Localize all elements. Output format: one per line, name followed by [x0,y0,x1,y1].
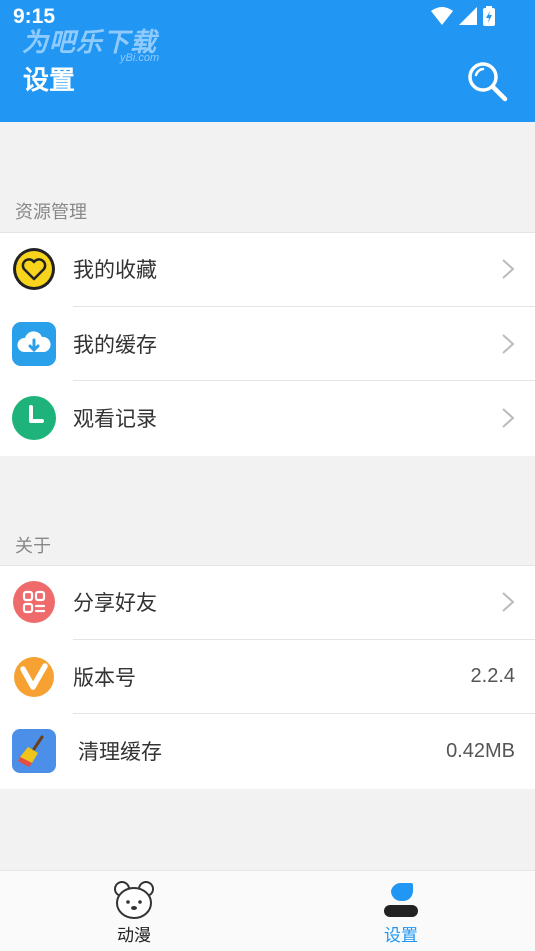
share-row[interactable]: 分享好友 [0,565,535,640]
broom-icon [12,729,56,774]
app-header: 9:15 为吧乐下载 yBi.com 设置 [0,0,535,122]
clear-cache-label: 清理缓存 [78,740,162,765]
bottom-nav: 动漫 设置 [0,870,535,951]
share-label: 分享好友 [73,591,157,616]
history-row[interactable]: 观看记录 [0,381,535,456]
favorites-row[interactable]: 我的收藏 [0,232,535,307]
signal-icon [459,7,477,25]
tab-anime[interactable]: 动漫 [74,871,194,951]
watermark-sub: yBi.com [120,52,160,64]
clock-icon [12,396,56,441]
heart-icon [13,248,55,291]
resources-group: 我的收藏 我的缓存 观看记录 [0,232,535,456]
tab-anime-label: 动漫 [117,926,151,946]
chevron-right-icon [502,259,515,279]
wifi-icon [431,7,453,25]
version-value: 2.2.4 [470,665,515,688]
section-label-resources: 资源管理 [15,202,87,223]
about-group: 分享好友 版本号 2.2.4 清理缓存 0.42MB [0,565,535,789]
favorites-label: 我的收藏 [73,258,157,283]
user-icon [384,882,418,917]
share-grid-icon [13,581,55,624]
version-row: 版本号 2.2.4 [0,640,535,714]
cache-row[interactable]: 我的缓存 [0,307,535,381]
tab-settings-label: 设置 [384,926,418,946]
page-title: 设置 [23,66,76,96]
battery-icon [483,6,495,26]
version-label: 版本号 [73,665,136,690]
clear-cache-row[interactable]: 清理缓存 0.42MB [0,714,535,789]
cloud-download-icon [12,321,56,366]
cache-size-value: 0.42MB [446,739,515,762]
cache-label: 我的缓存 [73,332,157,357]
chevron-right-icon [502,592,515,612]
status-icons [431,6,495,26]
section-label-about: 关于 [15,536,51,557]
history-label: 观看记录 [73,407,157,432]
bear-icon [114,881,154,919]
chevron-right-icon [502,408,515,428]
tab-settings[interactable]: 设置 [341,871,461,951]
chevron-right-icon [502,334,515,354]
v-logo-icon [14,656,54,697]
search-icon[interactable] [466,60,508,102]
